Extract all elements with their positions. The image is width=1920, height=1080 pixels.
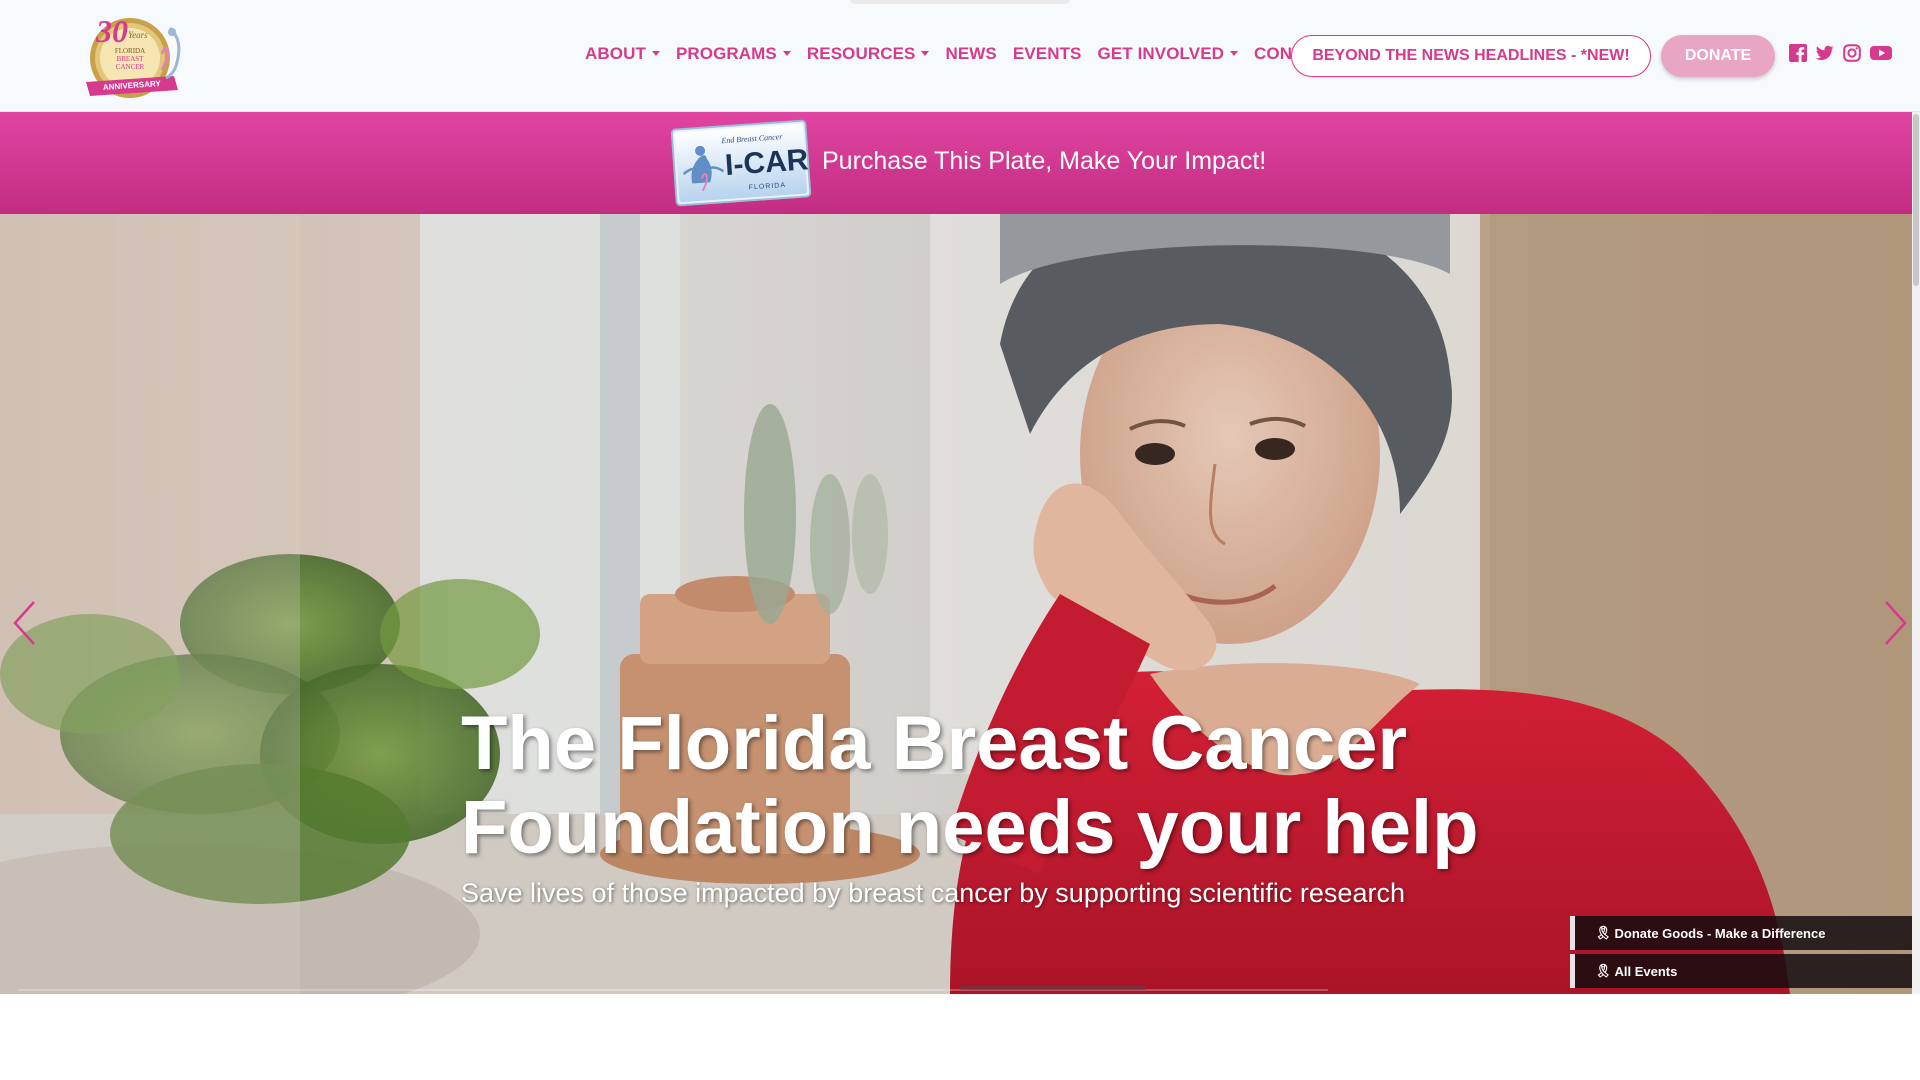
- nav-resources[interactable]: RESOURCES: [807, 44, 930, 64]
- hero-title: The Florida Breast Cancer Foundation nee…: [461, 702, 1479, 870]
- quick-links-panel: 🎗︎ Donate Goods - Make a Difference 🎗︎ A…: [1570, 916, 1920, 992]
- carousel-indicator[interactable]: [960, 986, 1146, 990]
- plate-main-text: I-CARE: [724, 142, 812, 182]
- nav-events[interactable]: EVENTS: [1013, 44, 1082, 64]
- main-nav: ABOUT PROGRAMS RESOURCES NEWS EVENTS GET…: [585, 44, 1353, 64]
- i-care-plate-image[interactable]: End Breast Cancer I-CARE FLORIDA: [670, 119, 812, 207]
- youtube-icon[interactable]: [1870, 44, 1892, 62]
- quick-link-label: All Events: [1614, 963, 1678, 979]
- hero-title-line-1: The Florida Breast Cancer: [461, 701, 1408, 786]
- svg-text:BREAST: BREAST: [117, 55, 145, 63]
- hero-subtitle: Save lives of those impacted by breast c…: [461, 878, 1405, 908]
- ribbon-icon: 🎗︎: [1595, 925, 1612, 940]
- hero-title-line-2: Foundation needs your help: [461, 785, 1479, 870]
- nav-get-involved[interactable]: GET INVOLVED: [1098, 44, 1239, 64]
- nav-about[interactable]: ABOUT: [585, 44, 660, 64]
- carousel-prev-arrow-icon[interactable]: [10, 598, 38, 648]
- quick-link-label: Donate Goods - Make a Difference: [1614, 925, 1826, 941]
- svg-text:Years: Years: [128, 30, 148, 40]
- scrollbar-thumb[interactable]: [1913, 114, 1919, 286]
- donate-button[interactable]: DONATE: [1661, 35, 1775, 77]
- instagram-icon[interactable]: [1843, 44, 1861, 62]
- ribbon-icon: 🎗︎: [1595, 963, 1612, 978]
- anniversary-logo[interactable]: 30 Years FLORIDA BREAST CANCER ANNIVERSA…: [78, 6, 190, 106]
- top-tab: [850, 0, 1070, 4]
- beyond-headlines-button[interactable]: BEYOND THE NEWS HEADLINES - *NEW!: [1291, 35, 1651, 77]
- chevron-down-icon: [782, 51, 791, 56]
- chevron-down-icon: [651, 51, 660, 56]
- nav-news[interactable]: NEWS: [945, 44, 996, 64]
- facebook-icon[interactable]: [1789, 44, 1807, 62]
- promo-text[interactable]: Purchase This Plate, Make Your Impact!: [822, 147, 1266, 176]
- chevron-down-icon: [1230, 51, 1239, 56]
- hero-carousel: The Florida Breast Cancer Foundation nee…: [0, 214, 1920, 994]
- twitter-icon[interactable]: [1816, 44, 1834, 62]
- page: 30 Years FLORIDA BREAST CANCER ANNIVERSA…: [0, 0, 1920, 1080]
- carousel-next-arrow-icon[interactable]: [1882, 598, 1910, 648]
- hero-photo: [0, 214, 1920, 994]
- svg-text:CANCER: CANCER: [116, 63, 145, 71]
- quick-link-all-events[interactable]: 🎗︎ All Events: [1570, 954, 1920, 988]
- svg-text:30: 30: [95, 13, 128, 49]
- chevron-down-icon: [921, 51, 930, 56]
- social-links: [1789, 44, 1892, 62]
- svg-text:FLORIDA: FLORIDA: [115, 47, 145, 55]
- nav-programs[interactable]: PROGRAMS: [676, 44, 791, 64]
- quick-link-donate-goods[interactable]: 🎗︎ Donate Goods - Make a Difference: [1570, 916, 1920, 950]
- site-header: 30 Years FLORIDA BREAST CANCER ANNIVERSA…: [0, 0, 1920, 112]
